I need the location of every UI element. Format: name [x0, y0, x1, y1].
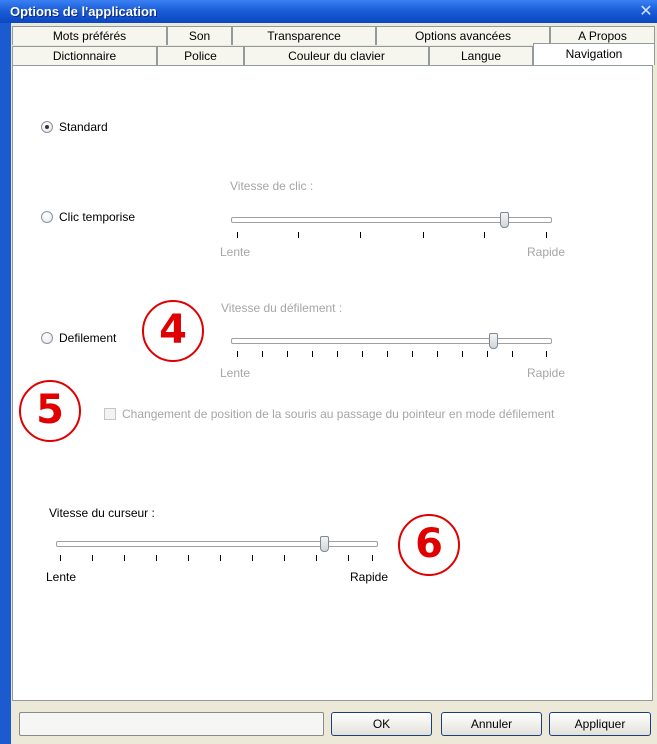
scroll-speed-max-label: Rapide — [527, 366, 566, 380]
tab-dictionnaire[interactable]: Dictionnaire — [12, 46, 157, 65]
scroll-mode-label: Defilement — [59, 331, 117, 345]
tick — [546, 232, 547, 238]
scroll-speed-min-label: Lente — [220, 366, 251, 380]
tick — [387, 351, 388, 357]
mouse-move-checkbox[interactable] — [104, 408, 116, 420]
apply-button[interactable]: Appliquer — [549, 712, 651, 736]
radio-icon — [41, 332, 53, 344]
tick — [188, 555, 189, 561]
cursor-speed-caption: Vitesse du curseur : — [49, 506, 155, 520]
tick — [237, 351, 238, 357]
tick — [92, 555, 93, 561]
tick — [337, 351, 338, 357]
tick — [360, 232, 361, 238]
tab-langue[interactable]: Langue — [429, 46, 533, 65]
window-border — [0, 23, 11, 744]
title-bar: Options de l'application ✕ — [0, 0, 657, 24]
tick — [220, 555, 221, 561]
ok-button[interactable]: OK — [331, 712, 432, 736]
cancel-button[interactable]: Annuler — [441, 712, 542, 736]
tab-son[interactable]: Son — [167, 26, 232, 45]
navigation-panel — [12, 65, 653, 701]
tab-couleur-du-clavier[interactable]: Couleur du clavier — [244, 46, 429, 65]
tick — [423, 232, 424, 238]
radio-icon — [41, 211, 53, 223]
tick — [298, 232, 299, 238]
tick — [262, 351, 263, 357]
standard-radio[interactable]: Standard — [41, 120, 108, 134]
tick — [348, 555, 349, 561]
cursor-speed-max-label: Rapide — [350, 570, 389, 584]
cursor-speed-track[interactable] — [56, 541, 378, 547]
mouse-move-checkbox-label: Changement de position de la souris au p… — [122, 407, 555, 421]
scroll-speed-track[interactable] — [231, 338, 552, 344]
close-icon[interactable]: ✕ — [635, 2, 657, 21]
tab-row-bottom: Dictionnaire Police Couleur du clavier L… — [12, 43, 655, 65]
scroll-speed-caption: Vitesse du défilement : — [221, 301, 343, 315]
cursor-speed-min-label: Lente — [46, 570, 77, 584]
scroll-mode-radio[interactable]: Defilement — [41, 331, 116, 345]
callout-5: 5 — [19, 380, 81, 442]
click-speed-min-label: Lente — [220, 245, 251, 259]
tick — [437, 351, 438, 357]
tick — [484, 232, 485, 238]
tab-navigation[interactable]: Navigation — [533, 43, 655, 65]
tick — [124, 555, 125, 561]
tick — [252, 555, 253, 561]
click-speed-thumb[interactable] — [500, 212, 509, 228]
tick — [372, 555, 373, 561]
tick — [284, 555, 285, 561]
tab-options-avancees[interactable]: Options avancées — [376, 26, 550, 45]
scroll-speed-thumb[interactable] — [489, 333, 498, 349]
tick — [316, 555, 317, 561]
tick — [462, 351, 463, 357]
tick — [287, 351, 288, 357]
tick — [412, 351, 413, 357]
tab-police[interactable]: Police — [157, 46, 244, 65]
tick — [156, 555, 157, 561]
click-mode-radio[interactable]: Clic temporise — [41, 210, 135, 224]
click-speed-caption: Vitesse de clic : — [230, 179, 314, 193]
tick — [237, 232, 238, 238]
callout-4: 4 — [142, 300, 204, 362]
standard-label: Standard — [59, 120, 108, 134]
window-title: Options de l'application — [10, 4, 157, 19]
tick — [60, 555, 61, 561]
tick — [546, 351, 547, 357]
radio-checked-icon — [41, 121, 53, 133]
tick — [512, 351, 513, 357]
click-speed-max-label: Rapide — [527, 245, 566, 259]
tick — [362, 351, 363, 357]
tab-mots-preferes[interactable]: Mots préférés — [12, 26, 167, 45]
cursor-speed-thumb[interactable] — [320, 536, 329, 552]
tab-transparence[interactable]: Transparence — [232, 26, 376, 45]
click-mode-label: Clic temporise — [59, 210, 136, 224]
callout-6: 6 — [398, 514, 460, 576]
tick — [487, 351, 488, 357]
tick — [312, 351, 313, 357]
status-field — [19, 712, 324, 736]
